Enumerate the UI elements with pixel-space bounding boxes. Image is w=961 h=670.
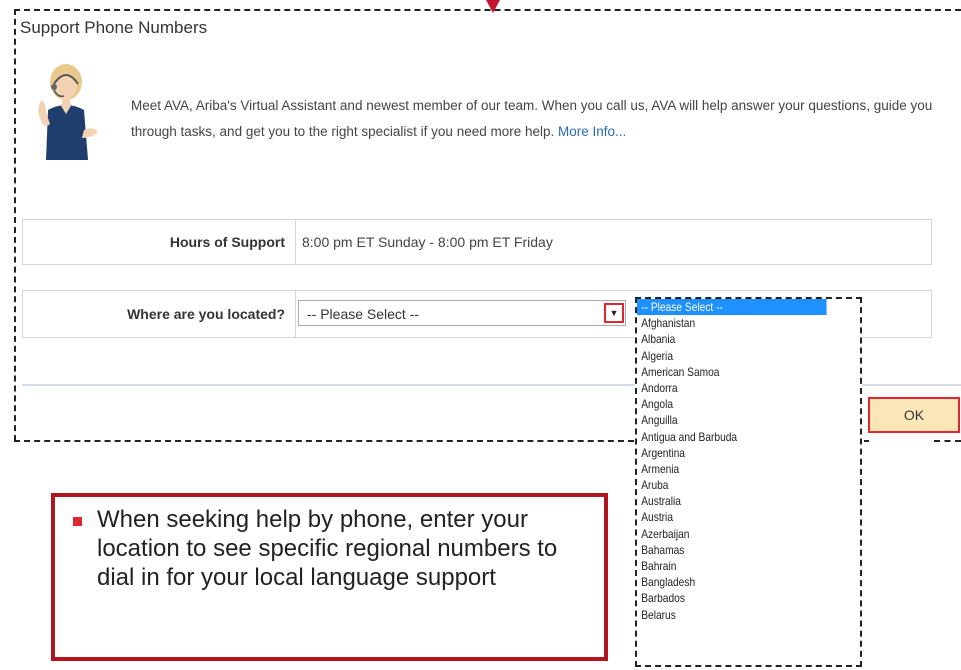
location-select[interactable]: -- Please Select -- — [298, 300, 626, 326]
dropdown-option[interactable]: Antigua and Barbuda — [637, 429, 827, 445]
dropdown-option[interactable]: Bahamas — [637, 542, 827, 558]
dropdown-option[interactable]: Austria — [637, 509, 827, 525]
callout-text: When seeking help by phone, enter your l… — [97, 506, 558, 591]
intro-text: Meet AVA, Ariba's Virtual Assistant and … — [131, 98, 933, 139]
dialog-outline-bottom-right — [934, 440, 961, 442]
dropdown-option[interactable]: American Samoa — [637, 364, 827, 380]
dropdown-option[interactable]: Anguilla — [637, 412, 827, 428]
dropdown-option[interactable]: Azerbaijan — [637, 526, 827, 542]
dropdown-option[interactable]: Angola — [637, 396, 827, 412]
intro-text-block: Meet AVA, Ariba's Virtual Assistant and … — [131, 93, 941, 145]
dropdown-option[interactable]: Armenia — [637, 461, 827, 477]
dropdown-option[interactable]: Andorra — [637, 380, 827, 396]
ok-button[interactable]: OK — [868, 397, 960, 433]
dialog-outline-bottom-segment — [864, 440, 869, 442]
chevron-down-icon[interactable]: ▼ — [604, 303, 624, 323]
location-label: Where are you located? — [127, 306, 285, 322]
dropdown-option[interactable]: Australia — [637, 493, 827, 509]
dialog-title: Support Phone Numbers — [20, 18, 208, 37]
dropdown-option[interactable]: Algeria — [637, 348, 827, 364]
dropdown-option[interactable]: -- Please Select -- — [637, 299, 827, 316]
pointer-arrow-icon — [486, 0, 500, 13]
dropdown-option[interactable]: Albania — [637, 331, 827, 347]
dropdown-option[interactable]: Afghanistan — [637, 315, 827, 331]
dialog-outline-left — [14, 9, 16, 441]
location-dropdown-list[interactable]: -- Please Select -- Afghanistan Albania Alg… — [635, 297, 862, 667]
square-bullet-icon — [73, 517, 82, 526]
more-info-link[interactable]: More Info... — [558, 124, 626, 139]
dropdown-option[interactable]: Aruba — [637, 477, 827, 493]
hours-of-support-row: Hours of Support 8:00 pm ET Sunday - 8:0… — [22, 219, 932, 265]
hours-label: Hours of Support — [169, 234, 285, 250]
dropdown-option[interactable]: Bangladesh — [637, 574, 827, 590]
row-divider — [295, 291, 296, 337]
virtual-assistant-avatar — [38, 64, 98, 160]
row-divider — [295, 220, 296, 264]
location-select-value: -- Please Select -- — [307, 306, 420, 322]
dropdown-option[interactable]: Belarus — [637, 607, 827, 623]
dialog-outline-bottom — [14, 440, 634, 442]
hours-value: 8:00 pm ET Sunday - 8:00 pm ET Friday — [302, 234, 553, 250]
dropdown-option[interactable]: Barbados — [637, 590, 827, 606]
dropdown-option[interactable]: Bahrain — [637, 558, 827, 574]
dropdown-option[interactable]: Argentina — [637, 445, 827, 461]
